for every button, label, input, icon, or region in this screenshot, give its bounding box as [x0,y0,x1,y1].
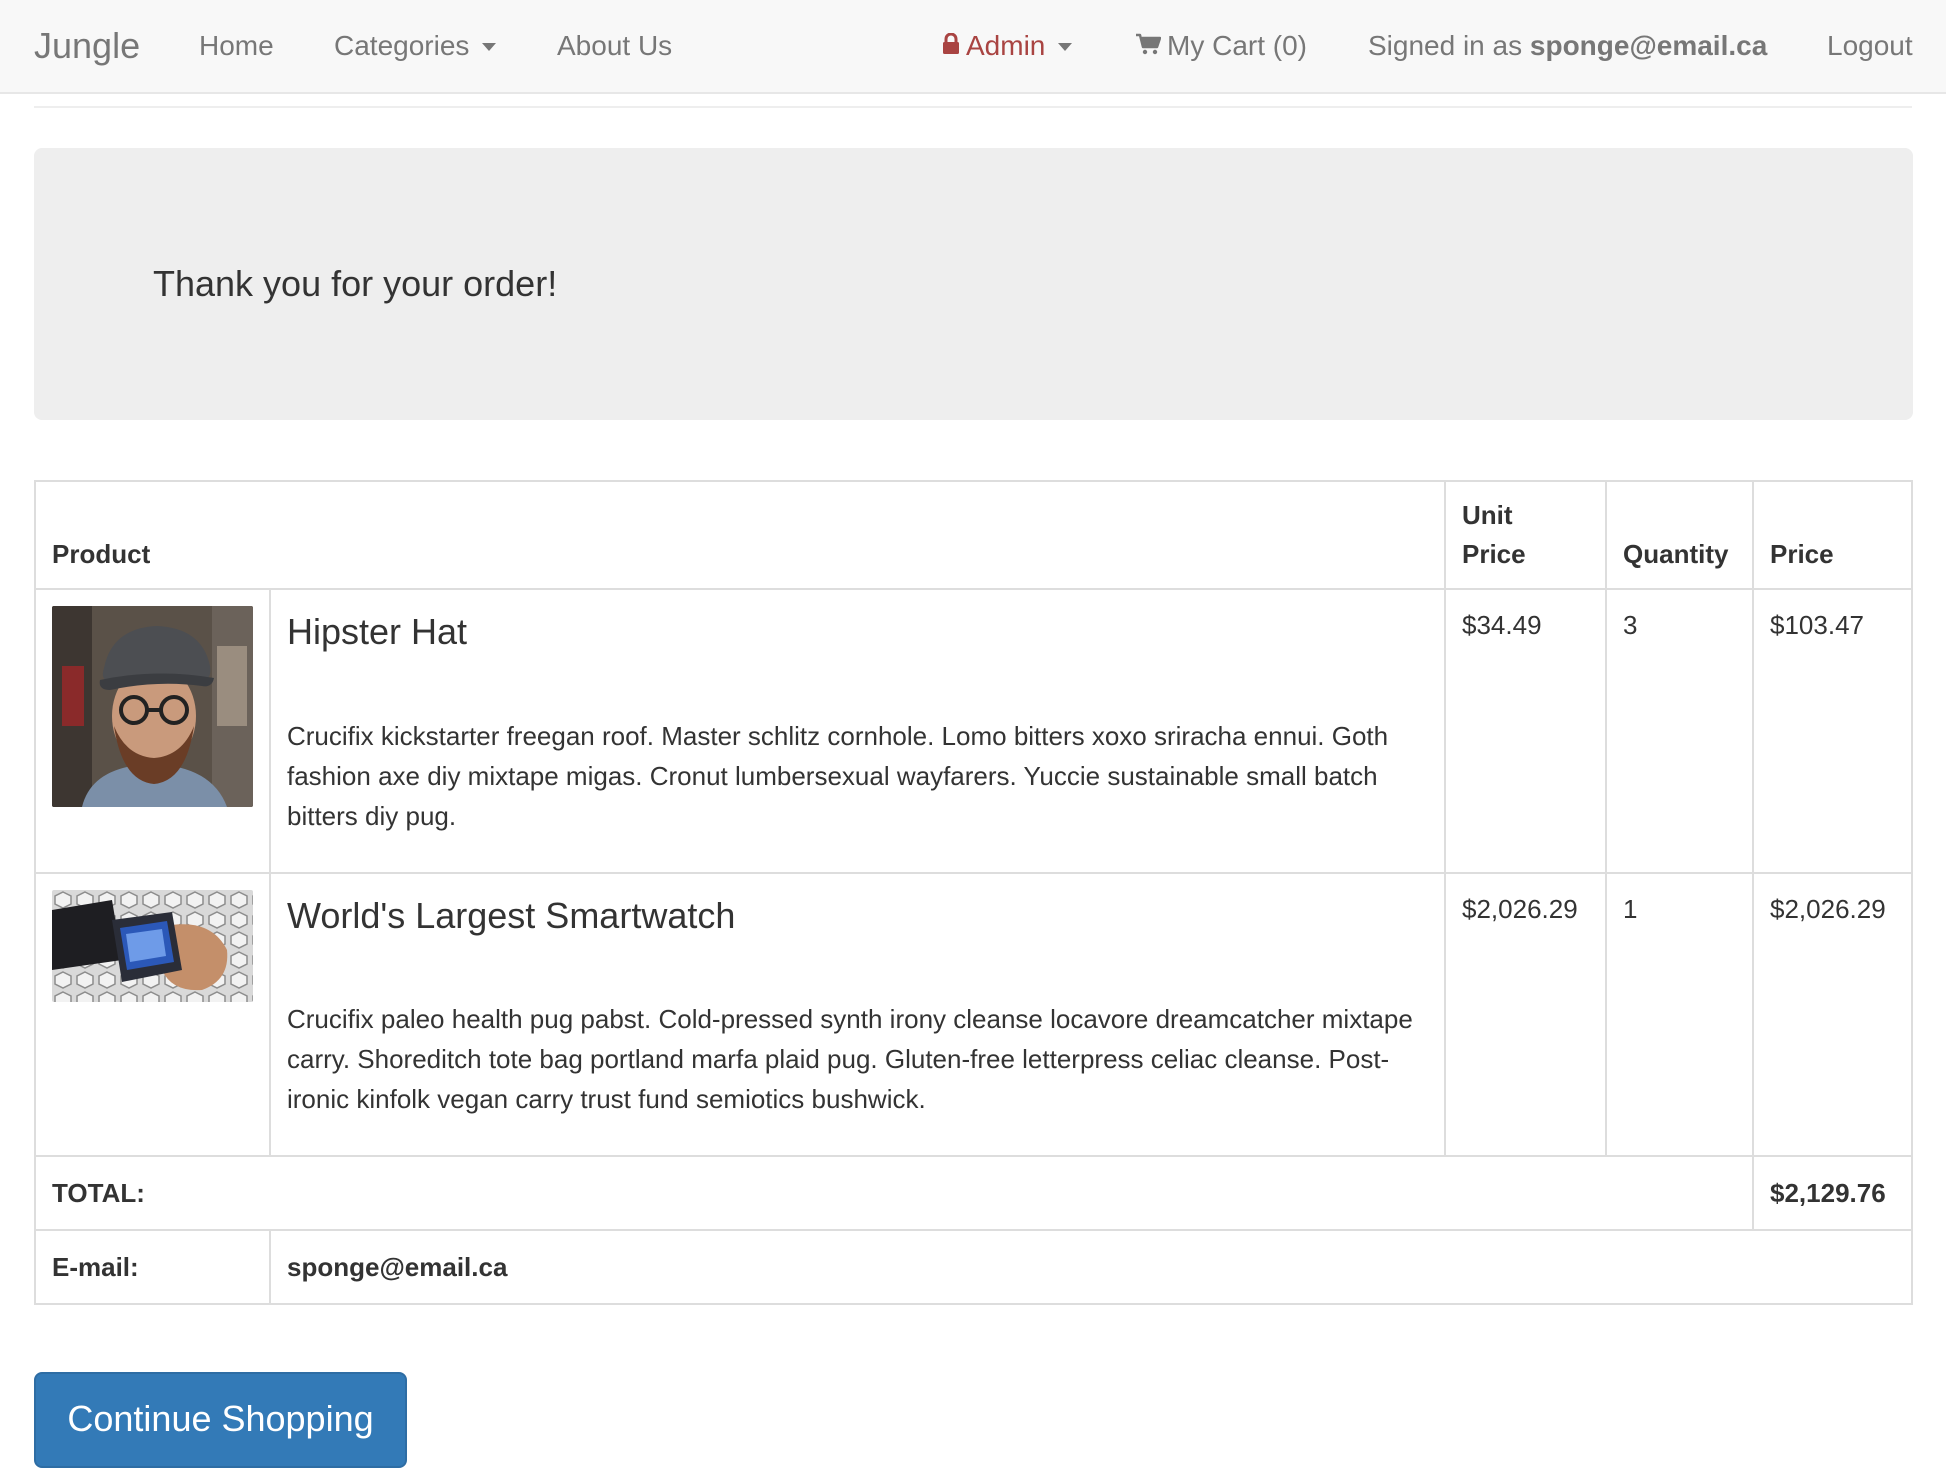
product-description: Crucifix kickstarter freegan roof. Maste… [287,720,1389,831]
table-header-row: Product Unit Price Quantity Price [34,480,1913,590]
nav-cart[interactable]: My Cart (0) [1135,0,1307,92]
table-row: World's Largest Smartwatch Crucifix pale… [34,871,1913,1158]
divider [34,106,1912,108]
total-value: $2,129.76 [1752,1155,1913,1232]
email-row: E-mail: sponge@email.ca [34,1229,1913,1306]
product-image-cell [34,871,271,1158]
table-row: Hipster Hat Crucifix kickstarter freegan… [34,588,1913,874]
order-confirmation-banner: Thank you for your order! [34,148,1913,420]
nav-home[interactable]: Home [199,0,274,92]
navbar: Jungle Home Categories About Us Admin My… [0,0,1946,94]
nav-logout[interactable]: Logout [1827,0,1913,92]
quantity-cell: 3 [1605,588,1754,874]
email-value: sponge@email.ca [269,1229,1913,1306]
product-image-cell [34,588,271,874]
header-quantity: Quantity [1605,480,1754,590]
nav-categories-dropdown[interactable]: Categories [334,0,497,92]
product-image-hipster-hat [52,606,253,807]
nav-categories-label: Categories [334,30,470,61]
nav-about[interactable]: About Us [557,0,672,92]
shopping-cart-icon [1135,30,1162,62]
signed-in-prefix: Signed in as [1368,30,1523,61]
continue-shopping-button[interactable]: Continue Shopping [34,1372,407,1468]
product-name: Hipster Hat [287,611,468,652]
product-name: World's Largest Smartwatch [287,894,736,936]
unit-price-cell: $2,026.29 [1444,871,1607,1158]
order-table: Product Unit Price Quantity Price Hipste… [34,480,1913,1306]
signed-in-status: Signed in as sponge@email.ca [1368,0,1767,92]
price-cell: $103.47 [1752,588,1913,874]
header-unit-price-line1: Unit [1462,500,1513,530]
nav-admin-dropdown[interactable]: Admin [942,0,1073,92]
confirmation-message: Thank you for your order! [153,263,558,304]
unit-price-cell: $34.49 [1444,588,1607,874]
total-label: TOTAL: [34,1155,1754,1232]
product-image-smartwatch [52,889,253,1002]
signed-in-user: sponge@email.ca [1529,30,1768,61]
chevron-down-icon [482,43,497,51]
chevron-down-icon [1058,43,1073,51]
header-price: Price [1752,480,1913,590]
product-info-cell: World's Largest Smartwatch Crucifix pale… [269,871,1446,1158]
total-row: TOTAL: $2,129.76 [34,1155,1913,1232]
price-cell: $2,026.29 [1752,871,1913,1158]
nav-cart-label: My Cart (0) [1167,30,1307,61]
brand-link[interactable]: Jungle [34,0,140,92]
product-description: Crucifix paleo health pug pabst. Cold-pr… [287,1004,1413,1115]
lock-icon [942,30,960,62]
header-unit-price: Unit Price [1444,480,1607,590]
nav-admin-label: Admin [966,30,1046,61]
product-info-cell: Hipster Hat Crucifix kickstarter freegan… [269,588,1446,874]
quantity-cell: 1 [1605,871,1754,1158]
header-unit-price-line2: Price [1462,539,1526,569]
header-product: Product [34,480,1446,590]
email-label: E-mail: [34,1229,271,1306]
